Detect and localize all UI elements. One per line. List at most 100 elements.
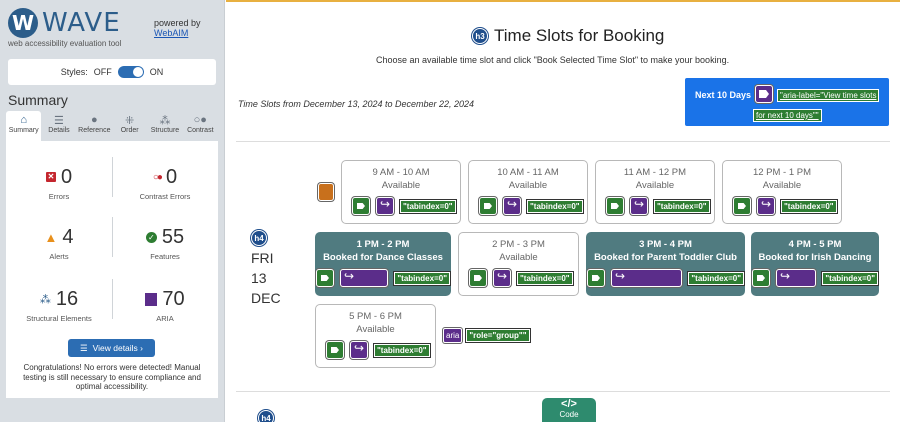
heading-badge-icon[interactable]: h4 <box>258 410 274 422</box>
slot-time: 9 AM - 10 AM <box>372 167 430 178</box>
next-10-days-button[interactable]: Next 10 Days "aria-label="View time slot… <box>685 78 889 126</box>
tag-icon[interactable] <box>752 269 770 287</box>
slot-status: Available <box>508 180 548 191</box>
aria-label: ARIA <box>156 314 174 323</box>
top-accent-line <box>226 0 900 2</box>
wave-tabs: ⌂ Summary ☰ Details ● Reference ⁜ Order ⁂ Str… <box>6 111 218 141</box>
wave-sidebar: W WAVE web accessibility evaluation tool… <box>0 0 225 422</box>
summary-panel: ✕ 0 Errors ○● 0 Contrast Errors ▲ 4 Alerts … <box>6 141 218 398</box>
stat-aria[interactable]: 70 ARIA <box>112 287 218 323</box>
tag-icon[interactable] <box>469 269 487 287</box>
tab-order[interactable]: ⁜ Order <box>112 111 147 141</box>
tabindex-icon[interactable] <box>630 197 648 215</box>
main-content: h3 Time Slots for Booking Choose an avai… <box>226 0 900 422</box>
stat-structural[interactable]: ⁂ 16 Structural Elements <box>6 287 112 324</box>
aria-label-chip: "aria-label="View time slots <box>777 89 880 102</box>
aria-label-icon[interactable] <box>755 85 773 103</box>
contrast-errors-label: Contrast Errors <box>139 192 191 201</box>
tag-icon[interactable] <box>316 269 334 287</box>
wave-logo-icon: W <box>8 8 38 38</box>
tab-details[interactable]: ☰ Details <box>41 111 76 141</box>
errors-label: Errors <box>48 192 70 201</box>
code-toggle-button[interactable]: </> Code <box>542 398 596 422</box>
aria-count: 70 <box>162 287 185 310</box>
list-icon: ☰ <box>79 342 88 353</box>
tag-icon[interactable] <box>352 197 370 215</box>
aria-icon <box>145 292 158 306</box>
tab-contrast[interactable]: ○● Contrast <box>183 111 218 141</box>
styles-toggle[interactable] <box>117 66 144 78</box>
page-title: Time Slots for Booking <box>494 26 665 45</box>
order-icon: ⁜ <box>125 115 135 127</box>
tabindex-icon[interactable] <box>493 269 511 287</box>
time-slot[interactable]: 10 AM - 11 AM Available "tabindex=0" <box>468 160 588 224</box>
powered-by: powered by WebAIM <box>154 18 201 38</box>
slot-status: Booked for Irish Dancing <box>758 252 872 263</box>
tabindex-chip: "tabindex=0" <box>688 271 744 285</box>
slot-time: 4 PM - 5 PM <box>788 239 842 250</box>
contrast-icon: ○● <box>193 114 207 126</box>
slot-status: Booked for Parent Toddler Club <box>594 252 737 263</box>
info-icon: ● <box>90 114 98 126</box>
feature-icon: ✓ <box>145 231 157 243</box>
slot-time: 5 PM - 6 PM <box>349 311 402 322</box>
tabindex-chip: "tabindex=0" <box>527 199 583 213</box>
time-slot[interactable]: 11 AM - 12 PM Available "tabindex=0" <box>595 160 715 224</box>
stat-features[interactable]: ✓ 55 Features <box>112 225 218 261</box>
tab-summary[interactable]: ⌂ Summary <box>6 111 42 141</box>
divider <box>236 141 890 142</box>
tabindex-chip: "tabindex=0" <box>374 343 430 357</box>
tag-icon[interactable] <box>479 197 497 215</box>
stat-errors[interactable]: ✕ 0 Errors <box>6 165 112 201</box>
day-number: 13 <box>251 270 267 286</box>
time-slot-booked[interactable]: 4 PM - 5 PM Booked for Irish Dancing "ta… <box>751 232 879 296</box>
tab-reference[interactable]: ● Reference <box>77 111 112 141</box>
home-icon: ⌂ <box>20 114 27 126</box>
aria-role-icon[interactable]: aria <box>443 328 463 343</box>
congrats-message: Congratulations! No errors were detected… <box>23 363 201 391</box>
tag-icon[interactable] <box>326 341 344 359</box>
summary-heading: Summary <box>8 92 68 108</box>
stat-contrast-errors[interactable]: ○● 0 Contrast Errors <box>112 165 218 202</box>
time-slot[interactable]: 12 PM - 1 PM Available "tabindex=0" <box>722 160 842 224</box>
heading-badge-icon[interactable]: h4 <box>251 230 267 246</box>
tag-icon[interactable] <box>587 269 605 287</box>
tabindex-chip: "tabindex=0" <box>654 199 710 213</box>
time-slot-booked[interactable]: 3 PM - 4 PM Booked for Parent Toddler Cl… <box>586 232 745 296</box>
tabindex-chip: "tabindex=0" <box>400 199 456 213</box>
tabindex-icon[interactable] <box>350 341 368 359</box>
slot-status: Booked for Dance Classes <box>323 252 443 263</box>
tabindex-icon[interactable] <box>757 197 775 215</box>
tag-icon[interactable] <box>733 197 751 215</box>
view-details-button[interactable]: ☰ View details › <box>68 339 155 357</box>
tabindex-icon[interactable] <box>376 197 394 215</box>
page-subtitle: Choose an available time slot and click … <box>376 55 730 65</box>
contrast-errors-count: 0 <box>165 165 178 188</box>
code-label: Code <box>559 410 579 419</box>
error-icon: ✕ <box>45 172 56 182</box>
errors-count: 0 <box>60 165 73 188</box>
divider <box>236 391 890 392</box>
stat-alerts[interactable]: ▲ 4 Alerts <box>6 225 112 262</box>
tabindex-icon[interactable] <box>503 197 521 215</box>
tab-structure[interactable]: ⁂ Structure <box>147 111 182 141</box>
time-slot[interactable]: 2 PM - 3 PM Available "tabindex=0" <box>458 232 579 296</box>
alert-warning-icon[interactable] <box>318 183 334 201</box>
time-slot[interactable]: 9 AM - 10 AM Available "tabindex=0" <box>341 160 461 224</box>
tabindex-chip: "tabindex=0" <box>394 271 450 285</box>
time-slot[interactable]: 5 PM - 6 PM Available "tabindex=0" <box>315 304 436 368</box>
features-count: 55 <box>161 225 185 248</box>
tabindex-icon[interactable] <box>776 269 817 287</box>
tab-details-label: Details <box>48 127 70 134</box>
structural-count: 16 <box>55 287 79 310</box>
tabindex-icon[interactable] <box>340 269 389 287</box>
tabindex-icon[interactable] <box>611 269 683 287</box>
heading-badge-icon[interactable]: h3 <box>472 28 488 44</box>
slot-time: 1 PM - 2 PM <box>356 239 410 250</box>
tabindex-chip: "tabindex=0" <box>822 271 878 285</box>
aria-role-annotation: aria "role="group"" <box>443 328 530 343</box>
webaim-link[interactable]: WebAIM <box>154 28 201 38</box>
time-slot-booked[interactable]: 1 PM - 2 PM Booked for Dance Classes "ta… <box>315 232 451 296</box>
tag-icon[interactable] <box>606 197 624 215</box>
tab-reference-label: Reference <box>78 127 111 134</box>
